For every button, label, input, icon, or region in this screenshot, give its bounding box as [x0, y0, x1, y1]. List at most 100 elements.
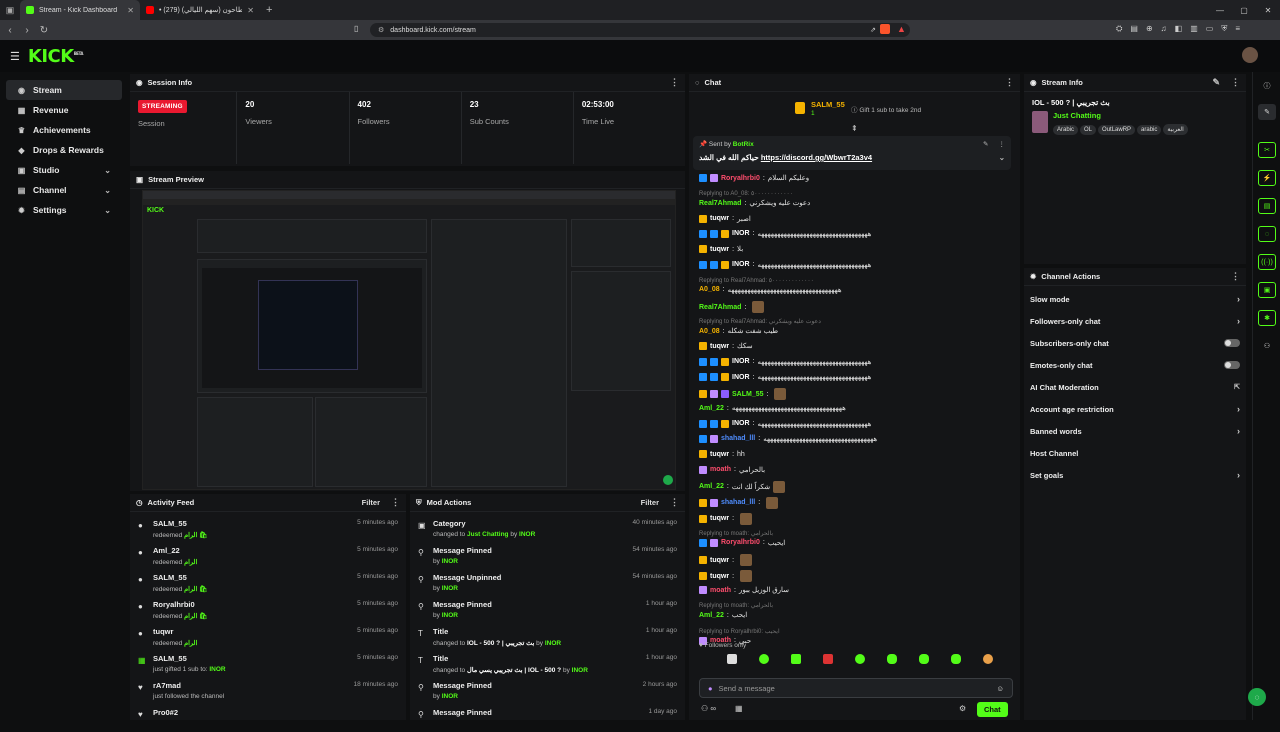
mod-action-item[interactable]: ▣ Category changed to Just Chatting by I… [410, 516, 685, 543]
chat-message[interactable]: INOR: ههههههههههههههههههههههههههههههههههه [699, 229, 871, 238]
extension-icon[interactable]: ⛭ [1116, 24, 1122, 34]
channel-action-host-channel[interactable]: Host Channel [1024, 442, 1246, 464]
chat-message[interactable]: INOR: ههههههههههههههههههههههههههههههههههه [699, 419, 871, 428]
document-icon[interactable]: ▤ [1258, 198, 1276, 214]
sidebar-icon[interactable]: ◧ [1175, 24, 1183, 34]
chat-username[interactable]: tuqwr [710, 246, 729, 253]
forward-icon[interactable]: › [20, 25, 34, 36]
emote-icon[interactable] [855, 654, 865, 664]
chat-message[interactable]: tuqwr: [699, 570, 753, 583]
address-bar[interactable]: ⚙ dashboard.kick.com/stream ⇗ [370, 23, 910, 37]
hamburger-menu-icon[interactable]: ☰ [10, 50, 20, 63]
nav-item-settings[interactable]: ✹ Settings ⌄ [6, 200, 122, 220]
chat-message-input[interactable]: ● Send a message ☺ [699, 678, 1013, 698]
nav-item-stream[interactable]: ◉ Stream [6, 80, 122, 100]
info-icon[interactable]: ⓘ [1258, 78, 1276, 94]
emote-icon[interactable] [759, 654, 769, 664]
wrench-icon[interactable]: ✱ [1258, 310, 1276, 326]
chat-message[interactable]: Roryalhrbi0: وعليكم السلام [699, 174, 809, 182]
toggle-switch[interactable] [1224, 339, 1240, 347]
site-info-icon[interactable]: ⚙ [378, 26, 384, 34]
emote-icon[interactable] [983, 654, 993, 664]
broadcast-icon[interactable]: ((·)) [1258, 254, 1276, 270]
chat-username[interactable]: tuqwr [710, 451, 729, 458]
toggle-switch[interactable] [1224, 361, 1240, 369]
chat-message[interactable]: tuqwr: [699, 554, 753, 567]
emote-icon[interactable] [919, 654, 929, 664]
chat-username[interactable]: Aml_22 [699, 405, 724, 412]
activity-feed-item[interactable]: ● Roryalhrbi0 redeemed الرام 🛍 5 minutes… [130, 597, 406, 624]
activity-feed-item[interactable]: ● SALM_55 redeemed الرام 🛍 5 minutes ago [130, 570, 406, 597]
chat-username[interactable]: INOR [732, 358, 750, 365]
edit-icon[interactable]: ✎ [1212, 77, 1220, 88]
mod-action-item[interactable]: ⚲ Message Pinned 1 day ago [410, 705, 685, 732]
browser-tab-active[interactable]: Stream - Kick Dashboard ✕ [20, 0, 140, 20]
chat-username[interactable]: INOR [732, 374, 750, 381]
chat-username[interactable]: tuqwr [710, 215, 729, 222]
channel-action-slow-mode[interactable]: Slow mode › [1024, 288, 1246, 310]
edit-icon[interactable]: ✎ [1258, 104, 1276, 120]
activity-feed-item[interactable]: ● SALM_55 redeemed الرام 🛍 5 minutes ago [130, 516, 406, 543]
chat-message[interactable]: Aml_22: ههههههههههههههههههههههههههههههههه… [699, 404, 846, 413]
chat-reply-context[interactable]: Replying to Real7Ahmad: ٥٠٠٠٠٠٠٠٠٠٠٠٠٠ [699, 277, 814, 284]
extension-icon[interactable]: ▤ [1130, 24, 1138, 34]
mod-action-item[interactable]: ⚲ Message Pinned by INOR 1 hour ago [410, 597, 685, 624]
emote-icon[interactable] [951, 654, 961, 664]
chat-message[interactable]: A0_08: هههههههههههههههههههههههههههههههههه… [699, 286, 842, 294]
channel-action-emotes-only-chat[interactable]: Emotes-only chat [1024, 354, 1246, 376]
flash-icon[interactable]: ⚡ [1258, 170, 1276, 186]
stream-preview-video[interactable]: KICK [142, 190, 676, 490]
nav-item-studio[interactable]: ▣ Studio ⌄ [6, 160, 122, 180]
rewards-icon[interactable]: ▲ [897, 24, 906, 34]
chat-message[interactable]: Roryalhrbi0: ايحيب [699, 538, 785, 547]
save-icon[interactable]: ▣ [1258, 282, 1276, 298]
chat-message[interactable]: moath: سارق الوزيل ببور [699, 586, 789, 595]
chat-message[interactable]: shahad_lll: ههههههههههههههههههههههههههههه… [699, 434, 877, 443]
channel-action-set-goals[interactable]: Set goals › [1024, 464, 1246, 486]
chat-tools-icon[interactable]: ⚇ ∞ [701, 704, 716, 713]
nav-item-revenue[interactable]: ▦ Revenue [6, 100, 122, 120]
filter-button[interactable]: Filter [362, 498, 380, 507]
chat-username[interactable]: SALM_55 [732, 391, 764, 398]
vpn-icon[interactable]: ⛨ [1221, 24, 1227, 34]
collapse-icon[interactable]: ⇞ [851, 124, 858, 133]
chat-message[interactable]: INOR: ههههههههههههههههههههههههههههههههههه [699, 260, 871, 269]
mod-action-item[interactable]: T Title changed to بث تجريبي يسي مال | I… [410, 651, 685, 678]
chat-message[interactable]: tuqwr: سكك [699, 342, 753, 351]
channel-action-ai-chat-moderation[interactable]: AI Chat Moderation ⇱ [1024, 376, 1246, 398]
user-avatar[interactable] [1242, 47, 1258, 63]
reload-icon[interactable]: ↻ [37, 25, 51, 36]
emote-icon[interactable] [887, 654, 897, 664]
chat-username[interactable]: Roryalhrbi0 [721, 175, 760, 182]
activity-feed-item[interactable]: ♥ Pro0#2 [130, 705, 406, 732]
chevron-down-icon[interactable]: ⌄ [999, 153, 1005, 162]
new-tab-icon[interactable]: + [260, 4, 278, 16]
kick-logo[interactable]: KICKBETA [28, 46, 84, 67]
gift-icon[interactable]: ▦ [735, 704, 743, 713]
activity-feed-item[interactable]: ▦ SALM_55 just gifted 1 sub to: INOR 5 m… [130, 651, 406, 678]
chat-reply-context[interactable]: Replying to moath: بالحرامي [699, 602, 773, 609]
activity-feed-item[interactable]: ● tuqwr redeemed الرام 5 minutes ago [130, 624, 406, 651]
stream-tag[interactable]: العربية [1163, 124, 1188, 135]
chat-message[interactable]: Real7Ahmad: دعوت عليه ويشكرني [699, 199, 810, 208]
chat-message[interactable]: INOR: ههههههههههههههههههههههههههههههههههه [699, 357, 871, 366]
gift-hint[interactable]: ⓘ Gift 1 sub to take 2nd [851, 104, 921, 114]
chat-message[interactable]: INOR: ههههههههههههههههههههههههههههههههههه [699, 373, 871, 381]
brave-shield-icon[interactable] [880, 24, 890, 34]
stream-tag[interactable]: arabic [1137, 125, 1162, 135]
mod-action-item[interactable]: ⚲ Message Pinned by INOR 54 minutes ago [410, 543, 685, 570]
chat-username[interactable]: A0_08 [699, 328, 720, 335]
chat-message[interactable]: tuqwr: [699, 512, 753, 525]
chat-username[interactable]: INOR [732, 420, 750, 427]
send-chat-button[interactable]: Chat [977, 702, 1008, 717]
chat-username[interactable]: Aml_22 [699, 483, 724, 490]
mod-action-item[interactable]: ⚲ Message Unpinned by INOR 54 minutes ag… [410, 570, 685, 597]
channel-action-subscribers-only-chat[interactable]: Subscribers-only chat [1024, 332, 1246, 354]
chat-username[interactable]: Real7Ahmad [699, 304, 741, 311]
chat-username[interactable]: tuqwr [710, 557, 729, 564]
mod-action-item[interactable]: ⚲ Message Pinned by INOR 2 hours ago [410, 678, 685, 705]
chat-settings-icon[interactable]: ⚙ [959, 704, 966, 713]
more-options-icon[interactable]: ⋮ [1005, 77, 1014, 88]
nav-item-drops-rewards[interactable]: ◆ Drops & Rewards [6, 140, 122, 160]
network-icon[interactable]: ⚇ [1258, 338, 1276, 354]
